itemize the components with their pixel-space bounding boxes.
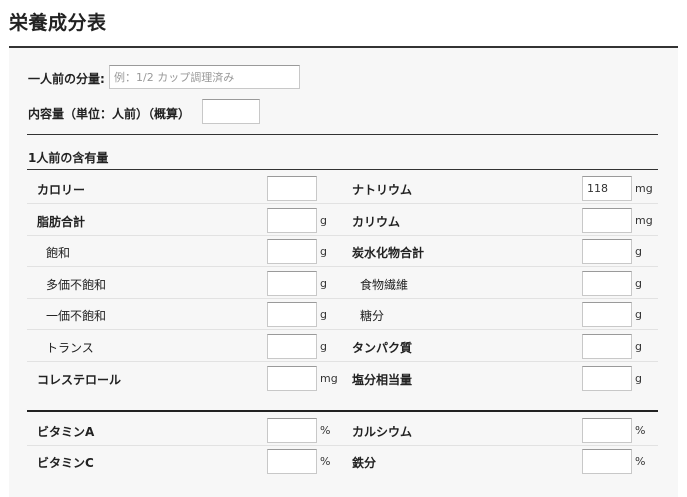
- nutrient-input[interactable]: [267, 271, 317, 296]
- divider: [27, 410, 658, 412]
- unit-label: g: [635, 277, 642, 290]
- nutrient-input[interactable]: [267, 449, 317, 474]
- row-divider: [27, 298, 658, 299]
- nutrient-label: カルシウム: [352, 425, 413, 439]
- unit-label: %: [320, 455, 331, 468]
- nutrient-label: タンパク質: [352, 341, 413, 355]
- row-divider: [27, 266, 658, 267]
- unit-label: %: [635, 424, 646, 437]
- nutrient-label: ビタミンA: [37, 425, 95, 439]
- nutrient-label: 糖分: [360, 309, 385, 323]
- nutrient-input[interactable]: [582, 208, 632, 233]
- nutrient-input[interactable]: [582, 334, 632, 359]
- row-divider: [27, 329, 658, 330]
- divider: [27, 134, 658, 135]
- nutrient-input[interactable]: [582, 366, 632, 391]
- serving-size-label: 一人前の分量:: [28, 72, 105, 86]
- unit-label: g: [635, 372, 642, 385]
- nutrient-label: 食物繊維: [360, 278, 409, 292]
- nutrient-input[interactable]: [267, 366, 317, 391]
- nutrient-input[interactable]: [582, 271, 632, 296]
- section-title: 1人前の含有量: [28, 151, 109, 165]
- nutrient-input[interactable]: [267, 302, 317, 327]
- nutrient-label: 鉄分: [352, 456, 377, 470]
- divider: [27, 169, 658, 170]
- nutrient-label: ビタミンC: [37, 456, 94, 470]
- page-title: 栄養成分表: [9, 12, 107, 34]
- row-divider: [27, 361, 658, 362]
- unit-label: mg: [320, 372, 338, 385]
- unit-label: g: [320, 340, 327, 353]
- nutrient-label: 塩分相当量: [352, 373, 413, 387]
- nutrient-label: 一価不飽和: [46, 309, 107, 323]
- nutrition-panel: 一人前の分量: 内容量（単位：人前）（概算） 1人前の含有量 カロリー ナトリウム…: [9, 46, 678, 497]
- unit-label: mg: [635, 182, 653, 195]
- row-divider: [27, 445, 658, 446]
- unit-label: mg: [635, 214, 653, 227]
- unit-label: g: [320, 214, 327, 227]
- nutrient-label: カロリー: [37, 183, 86, 197]
- unit-label: %: [635, 455, 646, 468]
- unit-label: g: [635, 245, 642, 258]
- nutrient-label: ナトリウム: [352, 183, 413, 197]
- nutrient-label: 炭水化物合計: [352, 246, 425, 260]
- unit-label: g: [320, 277, 327, 290]
- nutrient-input[interactable]: [582, 418, 632, 443]
- serving-size-input[interactable]: [109, 65, 300, 89]
- nutrient-label: コレステロール: [37, 373, 122, 387]
- unit-label: g: [635, 308, 642, 321]
- row-divider: [27, 203, 658, 204]
- unit-label: g: [320, 308, 327, 321]
- unit-label: g: [635, 340, 642, 353]
- nutrient-input[interactable]: [267, 418, 317, 443]
- nutrient-input[interactable]: [267, 334, 317, 359]
- unit-label: g: [320, 245, 327, 258]
- nutrient-input[interactable]: [267, 239, 317, 264]
- nutrient-input[interactable]: [582, 302, 632, 327]
- nutrient-label: トランス: [46, 341, 94, 355]
- nutrient-input[interactable]: [267, 176, 317, 201]
- nutrient-label: 脂肪合計: [37, 215, 86, 229]
- row-divider: [27, 235, 658, 236]
- nutrient-input[interactable]: [582, 449, 632, 474]
- nutrient-label: 多価不飽和: [46, 278, 107, 292]
- serving-count-label: 内容量（単位：人前）（概算）: [28, 107, 191, 121]
- serving-count-input[interactable]: [202, 99, 260, 124]
- nutrient-label: 飽和: [46, 246, 71, 260]
- nutrient-input[interactable]: [582, 176, 632, 201]
- unit-label: %: [320, 424, 331, 437]
- nutrient-input[interactable]: [582, 239, 632, 264]
- nutrient-label: カリウム: [352, 215, 401, 229]
- nutrient-input[interactable]: [267, 208, 317, 233]
